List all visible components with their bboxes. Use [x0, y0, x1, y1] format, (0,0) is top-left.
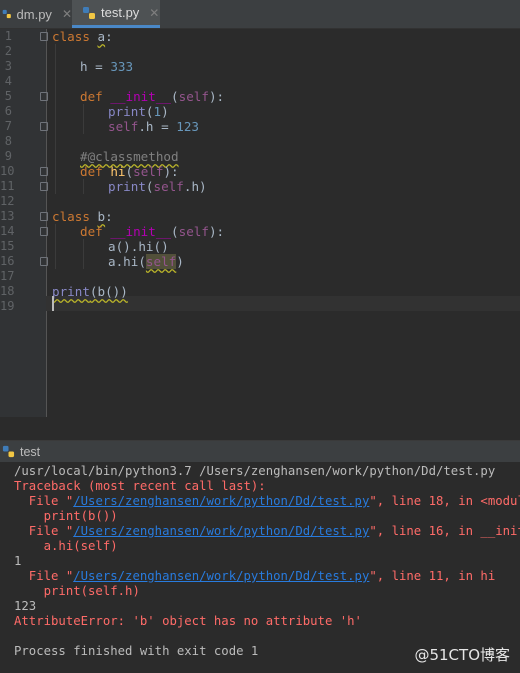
console-exit-status: Process finished with exit code 1 [14, 644, 259, 658]
code-line: def __init__(self): [80, 89, 225, 104]
run-config-name: test [20, 444, 41, 459]
line-number: 7 [4, 119, 12, 133]
line-number: 6 [4, 104, 12, 118]
editor-tab-bar: dm.py ✕ test.py ✕ [0, 0, 520, 29]
code-line: #@classmethod [80, 149, 179, 164]
console-frame-code: print(b()) [14, 509, 118, 523]
code-line: h = 333 [80, 59, 134, 74]
file-link[interactable]: /Users/zenghansen/work/python/Dd/test.py [73, 569, 369, 583]
fold-marker-icon[interactable] [40, 122, 48, 131]
line-number: 3 [4, 59, 12, 73]
line-number-gutter: 1 2 3 4 5 6 7 8 9 10 11 12 13 14 15 16 1… [0, 29, 48, 417]
line-number: 12 [0, 194, 15, 208]
indent-guide [55, 44, 56, 194]
fold-marker-icon[interactable] [40, 92, 48, 101]
console-frame: File "/Users/zenghansen/work/python/Dd/t… [14, 524, 520, 538]
python-file-icon [2, 9, 11, 19]
tab-label: dm.py [16, 6, 52, 22]
indent-guide [83, 179, 84, 194]
line-number: 8 [4, 134, 12, 148]
line-number: 2 [4, 44, 12, 58]
line-number: 4 [4, 74, 12, 88]
console-command: /usr/local/bin/python3.7 /Users/zenghans… [14, 464, 496, 478]
line-number: 5 [4, 89, 12, 103]
run-console[interactable]: /usr/local/bin/python3.7 /Users/zenghans… [0, 462, 520, 673]
code-line: print(1) [108, 104, 169, 119]
file-link[interactable]: /Users/zenghansen/work/python/Dd/test.py [73, 494, 369, 508]
console-output: 1 [14, 554, 22, 568]
code-editor[interactable]: 1 2 3 4 5 6 7 8 9 10 11 12 13 14 15 16 1… [0, 29, 520, 417]
code-line: def hi(self): [80, 164, 179, 179]
fold-marker-icon[interactable] [40, 257, 48, 266]
python-run-icon [2, 445, 15, 458]
code-line: class b: [52, 209, 113, 224]
text-caret [52, 296, 54, 311]
console-traceback: Traceback (most recent call last): [14, 479, 266, 493]
line-number: 16 [0, 254, 15, 268]
fold-marker-icon[interactable] [40, 32, 48, 41]
tab-label: test.py [101, 5, 140, 20]
tab-dm-py[interactable]: dm.py ✕ [0, 0, 72, 28]
run-tool-window-header[interactable]: test [0, 441, 520, 462]
code-line: class a: [52, 29, 113, 44]
code-line: a.hi(self) [108, 254, 184, 269]
indent-guide [55, 224, 56, 269]
code-line: self.h = 123 [108, 119, 200, 134]
line-number: 17 [0, 269, 15, 283]
fold-marker-icon[interactable] [40, 182, 48, 191]
fold-marker-icon[interactable] [40, 227, 48, 236]
code-line: print(self.h) [108, 179, 207, 194]
line-number: 10 [0, 164, 15, 178]
code-line: print(b()) [52, 284, 128, 299]
python-file-icon [83, 6, 95, 19]
indent-guide [83, 104, 84, 134]
line-number: 19 [0, 299, 15, 313]
code-line: def __init__(self): [80, 224, 225, 239]
line-number: 1 [4, 29, 12, 43]
console-frame: File "/Users/zenghansen/work/python/Dd/t… [14, 569, 496, 583]
fold-marker-icon[interactable] [40, 212, 48, 221]
code-line: a().hi() [108, 239, 169, 254]
watermark: @51CTO博客 [414, 646, 510, 664]
console-frame-code: print(self.h) [14, 584, 140, 598]
console-output: 123 [14, 599, 37, 613]
line-number: 9 [4, 149, 12, 163]
close-tab-icon[interactable]: ✕ [149, 6, 159, 20]
tab-test-py[interactable]: test.py ✕ [72, 0, 160, 28]
console-frame-code: a.hi(self) [14, 539, 118, 553]
line-number: 14 [0, 224, 15, 238]
fold-marker-icon[interactable] [40, 167, 48, 176]
line-number: 18 [0, 284, 15, 298]
line-number: 11 [0, 179, 15, 193]
indent-guide [83, 239, 84, 269]
line-number: 15 [0, 239, 15, 253]
console-error: AttributeError: 'b' object has no attrib… [14, 614, 362, 628]
panel-splitter[interactable] [0, 417, 520, 441]
close-tab-icon[interactable]: ✕ [62, 7, 72, 21]
file-link[interactable]: /Users/zenghansen/work/python/Dd/test.py [73, 524, 369, 538]
line-number: 13 [0, 209, 15, 223]
console-frame: File "/Users/zenghansen/work/python/Dd/t… [14, 494, 520, 508]
